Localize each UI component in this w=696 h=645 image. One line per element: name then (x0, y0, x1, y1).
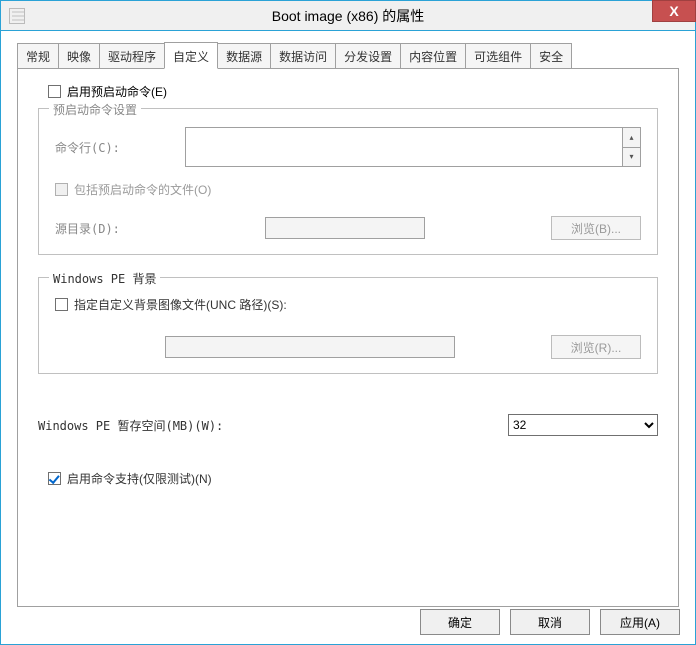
prestart-legend: 预启动命令设置 (49, 101, 141, 118)
tab-optional[interactable]: 可选组件 (465, 43, 531, 68)
tab-panel-custom: 启用预启动命令(E) 预启动命令设置 命令行(C): ▴ ▾ 包括预启动命令的文… (17, 69, 679, 607)
bg-checkbox[interactable] (55, 298, 68, 311)
include-files-checkbox[interactable] (55, 183, 68, 196)
ok-button[interactable]: 确定 (420, 609, 500, 635)
bg-path-input[interactable] (165, 336, 455, 358)
prestart-groupbox: 预启动命令设置 命令行(C): ▴ ▾ 包括预启动命令的文件(O) 源目录(D)… (38, 108, 658, 255)
srcdir-input[interactable] (265, 217, 425, 239)
close-icon: X (669, 3, 678, 19)
tab-image[interactable]: 映像 (58, 43, 100, 68)
cmd-support-row: 启用命令支持(仅限测试)(N) (48, 470, 658, 487)
srcdir-label: 源目录(D): (55, 220, 265, 237)
cmdline-scroll: ▴ ▾ (622, 128, 640, 166)
cmdline-textarea[interactable] (186, 128, 622, 166)
winpe-bg-legend: Windows PE 背景 (49, 270, 160, 287)
bg-check-label: 指定自定义背景图像文件(UNC 路径)(S): (74, 296, 287, 313)
cmdline-label: 命令行(C): (55, 139, 185, 156)
enable-prestart-checkbox[interactable] (48, 85, 61, 98)
cmd-support-label: 启用命令支持(仅限测试)(N) (67, 470, 212, 487)
apply-button[interactable]: 应用(A) (600, 609, 680, 635)
tab-custom[interactable]: 自定义 (164, 42, 218, 69)
cmd-support-checkbox[interactable] (48, 472, 61, 485)
tab-dataaccess[interactable]: 数据访问 (270, 43, 336, 68)
tab-datasource[interactable]: 数据源 (217, 43, 271, 68)
tab-contentloc[interactable]: 内容位置 (400, 43, 466, 68)
scroll-up-icon[interactable]: ▴ (623, 128, 640, 148)
cancel-button[interactable]: 取消 (510, 609, 590, 635)
scratch-label: Windows PE 暂存空间(MB)(W): (38, 417, 223, 434)
tab-drivers[interactable]: 驱动程序 (99, 43, 165, 68)
dialog-footer: 确定 取消 应用(A) (420, 609, 680, 635)
winpe-bg-groupbox: Windows PE 背景 指定自定义背景图像文件(UNC 路径)(S): 浏览… (38, 277, 658, 374)
close-button[interactable]: X (652, 0, 696, 22)
scroll-down-icon[interactable]: ▾ (623, 148, 640, 167)
tab-security[interactable]: 安全 (530, 43, 572, 68)
bg-check-row: 指定自定义背景图像文件(UNC 路径)(S): (55, 296, 641, 313)
window-title: Boot image (x86) 的属性 (1, 6, 695, 26)
tab-distribution[interactable]: 分发设置 (335, 43, 401, 68)
include-files-label: 包括预启动命令的文件(O) (74, 181, 211, 198)
titlebar: Boot image (x86) 的属性 X (1, 1, 695, 31)
tab-general[interactable]: 常规 (17, 43, 59, 68)
tab-strip: 常规 映像 驱动程序 自定义 数据源 数据访问 分发设置 内容位置 可选组件 安… (17, 41, 679, 69)
scratch-combo[interactable]: 32 (508, 414, 658, 436)
enable-prestart-row: 启用预启动命令(E) (48, 83, 658, 100)
enable-prestart-label: 启用预启动命令(E) (67, 83, 167, 100)
browse-bg-button[interactable]: 浏览(R)... (551, 335, 641, 359)
dialog-body: 常规 映像 驱动程序 自定义 数据源 数据访问 分发设置 内容位置 可选组件 安… (1, 31, 695, 619)
browse-srcdir-button[interactable]: 浏览(B)... (551, 216, 641, 240)
cmdline-wrap: ▴ ▾ (185, 127, 641, 167)
